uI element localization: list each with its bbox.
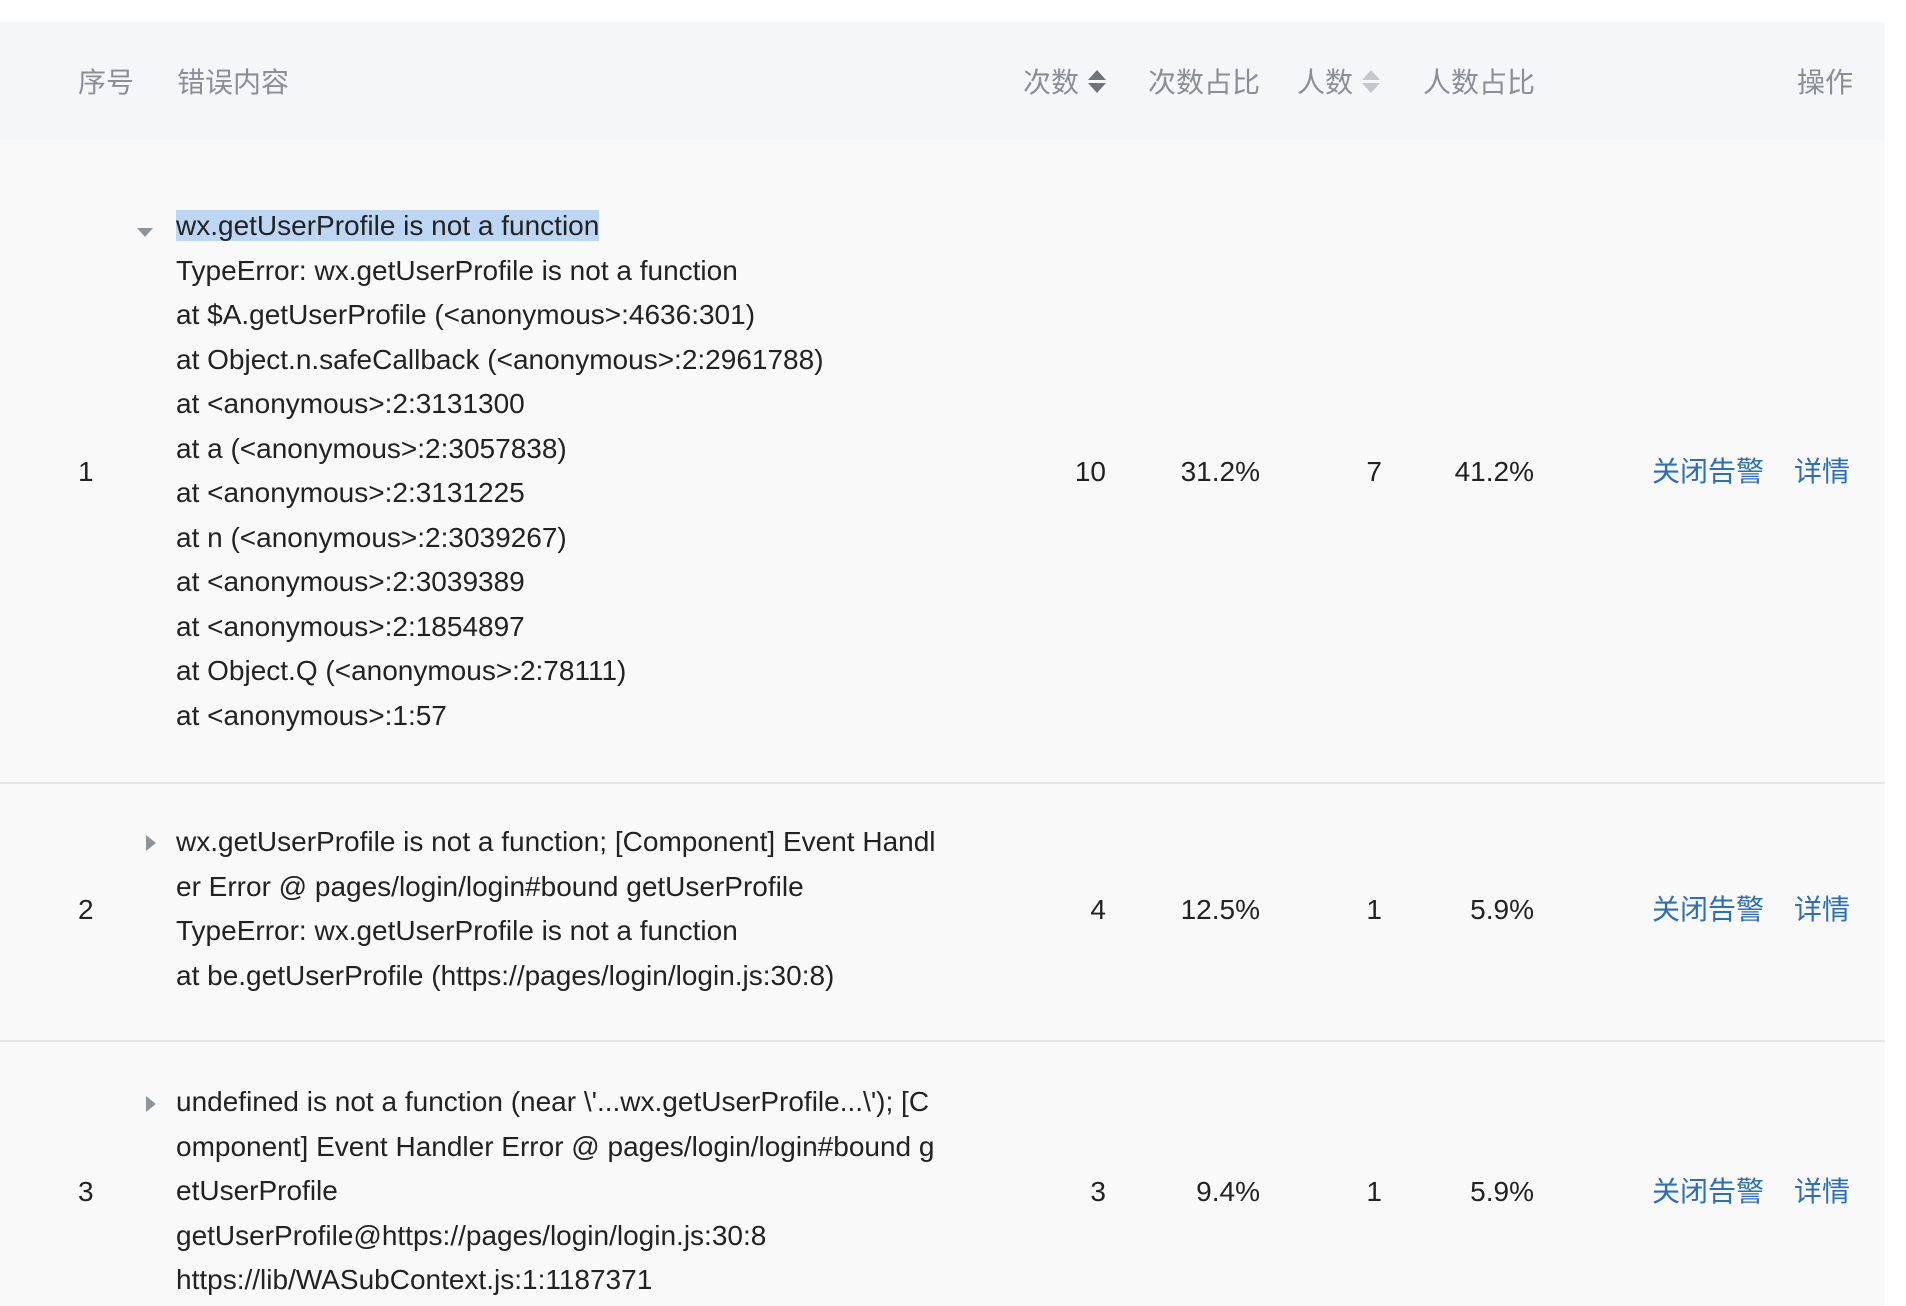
error-line: at <anonymous>:2:3131225 — [176, 477, 525, 508]
error-content: wx.getUserProfile is not a function Type… — [176, 204, 824, 738]
error-line: at be.getUserProfile (https://pages/logi… — [176, 959, 835, 991]
sort-icon[interactable] — [1087, 68, 1107, 96]
column-header-count-ratio: 次数占比 — [1148, 67, 1261, 98]
users-ratio-value: 41.2% — [1454, 456, 1534, 487]
error-table: 序号 错误内容 次数 次数占比 人数 人数占比 操作 wx.getUserPro… — [0, 22, 1885, 1306]
error-line: at <anonymous>:2:3131300 — [176, 388, 525, 419]
column-header-users-label: 人数 — [1297, 67, 1354, 98]
column-header-count[interactable]: 次数 — [1023, 66, 1107, 100]
users-value: 1 — [1366, 1176, 1382, 1207]
error-line: getUserProfile@https://pages/login/login… — [176, 1219, 767, 1251]
column-header-error: 错误内容 — [177, 67, 290, 98]
collapse-arrow-icon[interactable] — [137, 228, 153, 237]
expand-arrow-icon[interactable] — [146, 835, 156, 851]
error-line: at n (<anonymous>:2:3039267) — [176, 521, 567, 553]
details-link[interactable]: 详情 — [1794, 893, 1850, 927]
table-row: wx.getUserProfile is not a function; [Co… — [0, 782, 1885, 1042]
error-line: at $A.getUserProfile (<anonymous>:4636:3… — [176, 299, 756, 330]
row-index: 3 — [78, 1176, 94, 1207]
count-ratio-value: 9.4% — [1196, 1176, 1260, 1207]
sort-icon[interactable] — [1361, 68, 1381, 96]
error-content: wx.getUserProfile is not a function; [Co… — [176, 820, 936, 998]
expand-arrow-icon[interactable] — [146, 1096, 156, 1112]
row-index: 2 — [78, 894, 94, 925]
error-line: undefined is not a function (near \'...w… — [176, 1086, 930, 1117]
column-header-action: 操作 — [1797, 67, 1854, 98]
column-header-count-label: 次数 — [1023, 67, 1080, 98]
users-ratio-value: 5.9% — [1470, 1176, 1534, 1207]
details-link[interactable]: 详情 — [1794, 1175, 1850, 1209]
close-alert-link[interactable]: 关闭告警 — [1652, 1175, 1764, 1209]
error-line: wx.getUserProfile is not a function — [176, 204, 824, 249]
table-header: 序号 错误内容 次数 次数占比 人数 人数占比 操作 — [0, 22, 1885, 140]
column-header-users-ratio: 人数占比 — [1423, 67, 1536, 98]
error-line: TypeError: wx.getUserProfile is not a fu… — [176, 254, 738, 286]
close-alert-link[interactable]: 关闭告警 — [1652, 455, 1764, 489]
error-line: at a (<anonymous>:2:3057838) — [176, 432, 567, 464]
count-value: 10 — [1074, 456, 1106, 487]
table-row: wx.getUserProfile is not a function Type… — [0, 140, 1885, 784]
count-value: 3 — [1090, 1176, 1106, 1207]
error-line: at <anonymous>:2:3039389 — [176, 566, 525, 597]
users-value: 1 — [1366, 894, 1382, 925]
count-ratio-value: 31.2% — [1180, 456, 1260, 487]
error-line: at Object.Q (<anonymous>:2:78111) — [176, 655, 627, 686]
users-value: 7 — [1366, 456, 1382, 487]
error-line: omponent] Event Handler Error @ pages/lo… — [176, 1130, 935, 1162]
error-line: at <anonymous>:1:57 — [176, 699, 447, 731]
error-line: at <anonymous>:2:1854897 — [176, 610, 525, 642]
error-line: wx.getUserProfile is not a function; [Co… — [176, 826, 936, 857]
column-header-index: 序号 — [78, 67, 135, 98]
error-line: etUserProfile — [176, 1175, 338, 1206]
error-line: at Object.n.safeCallback (<anonymous>:2:… — [176, 343, 824, 375]
error-content: undefined is not a function (near \'...w… — [176, 1080, 934, 1303]
table-row: undefined is not a function (near \'...w… — [0, 1042, 1885, 1306]
error-line: er Error @ pages/login/login#bound getUs… — [176, 870, 804, 902]
error-title-selected: wx.getUserProfile is not a function — [176, 210, 600, 241]
row-index: 1 — [78, 456, 94, 487]
close-alert-link[interactable]: 关闭告警 — [1652, 893, 1764, 927]
count-ratio-value: 12.5% — [1180, 894, 1260, 925]
users-ratio-value: 5.9% — [1470, 894, 1534, 925]
error-line: TypeError: wx.getUserProfile is not a fu… — [176, 915, 738, 946]
count-value: 4 — [1090, 894, 1106, 925]
error-line: https://lib/WASubContext.js:1:1187371 — [176, 1264, 653, 1295]
column-header-users[interactable]: 人数 — [1297, 66, 1381, 100]
details-link[interactable]: 详情 — [1794, 455, 1850, 489]
